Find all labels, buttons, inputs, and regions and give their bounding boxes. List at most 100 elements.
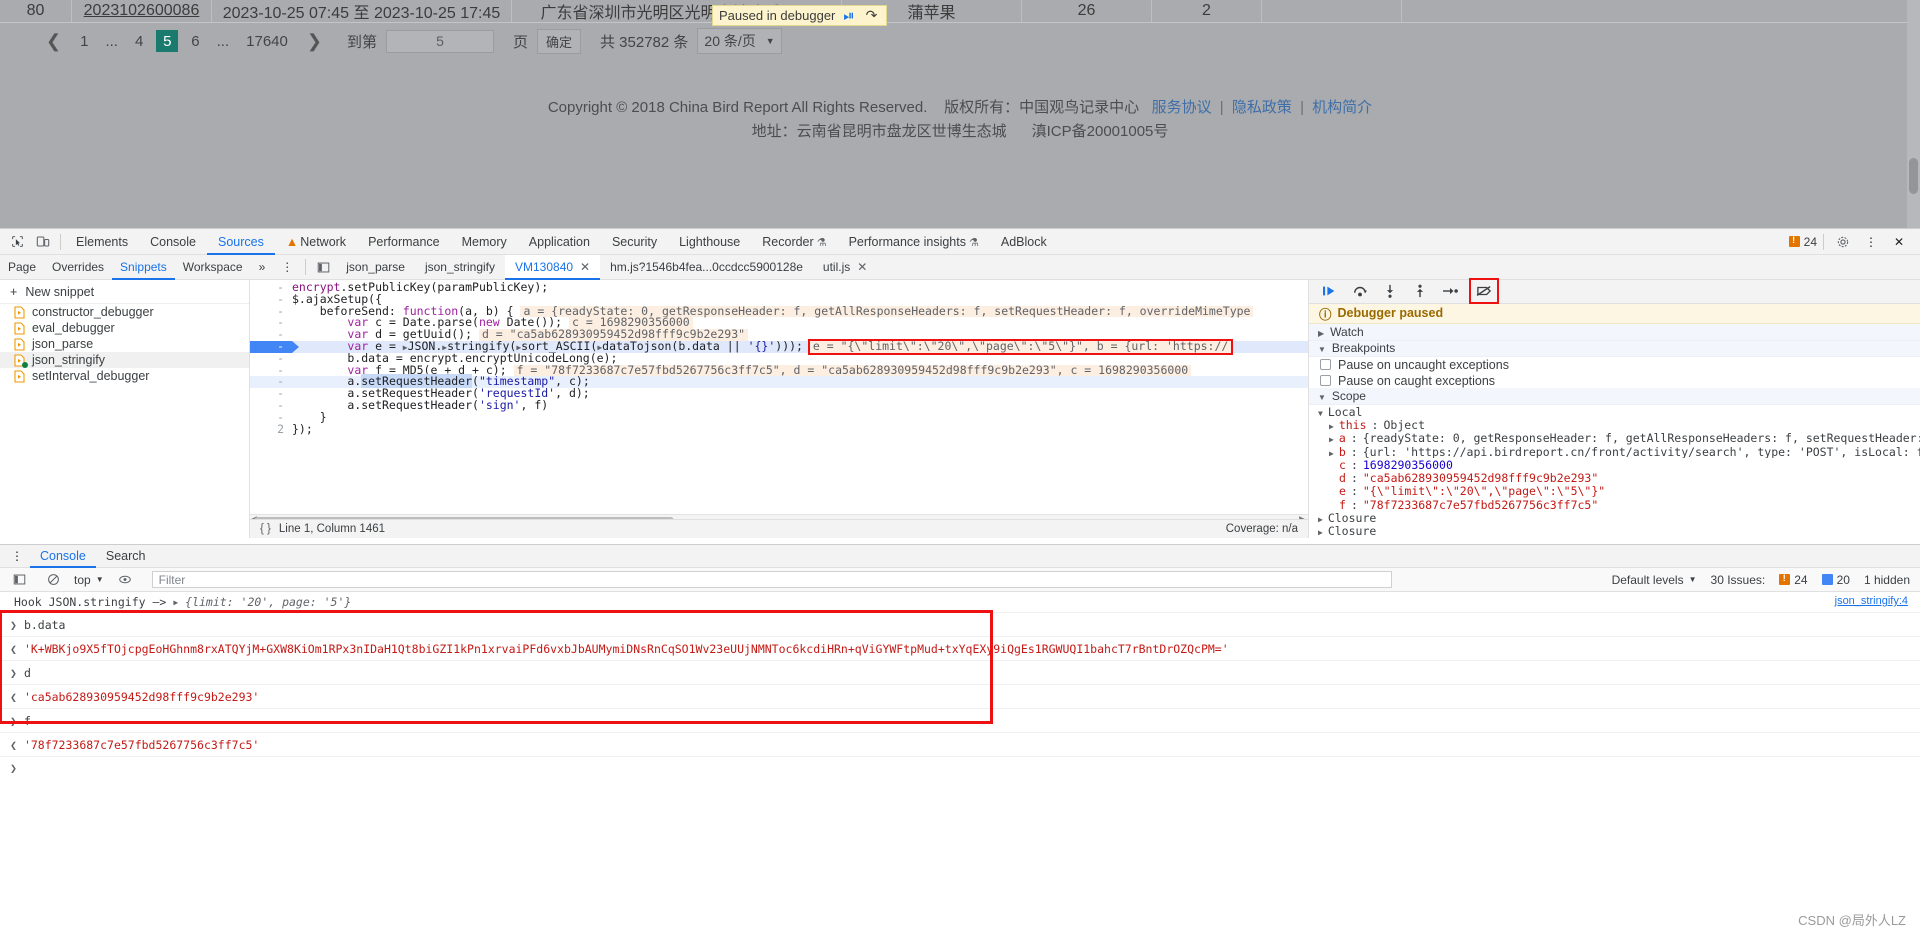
line-gutter[interactable]: 2: [250, 423, 292, 436]
step-over-icon[interactable]: [1351, 282, 1369, 300]
line-gutter-breakpoint[interactable]: -: [250, 340, 299, 353]
devtools-tab-application[interactable]: Application: [518, 229, 601, 255]
code-braces-icon[interactable]: { }: [260, 523, 271, 535]
line-gutter[interactable]: -: [250, 281, 292, 294]
devtools-tab-elements[interactable]: Elements: [65, 229, 139, 255]
footer-link-service[interactable]: 服务协议: [1152, 99, 1212, 116]
snippet-item-setinterval-debugger[interactable]: setInterval_debugger: [0, 368, 249, 384]
console-sidebar-icon[interactable]: [6, 568, 32, 592]
footer-link-privacy[interactable]: 隐私政策: [1232, 99, 1292, 116]
page-size-select[interactable]: 20 条/页 ▼: [697, 28, 782, 54]
line-gutter[interactable]: -: [250, 399, 292, 412]
new-snippet-button[interactable]: + New snippet: [0, 280, 249, 304]
kebab-menu-icon[interactable]: ⋮: [4, 544, 30, 568]
checkbox-caught[interactable]: [1320, 375, 1331, 387]
deactivate-breakpoints-icon[interactable]: [1469, 278, 1499, 305]
confirm-button[interactable]: 确定: [537, 28, 582, 54]
step-out-icon[interactable]: [1411, 282, 1429, 300]
inspect-element-icon[interactable]: [4, 230, 30, 254]
line-gutter[interactable]: -: [250, 352, 292, 365]
devtools-tab-security[interactable]: Security: [601, 229, 668, 255]
devtools-tab-lighthouse[interactable]: Lighthouse: [668, 229, 751, 255]
devtools-tab-performance-insights[interactable]: Performance insights ⚗: [838, 229, 990, 255]
devtools-tab-recorder[interactable]: Recorder ⚗: [751, 229, 837, 255]
line-gutter[interactable]: -: [250, 317, 292, 329]
line-gutter[interactable]: -: [250, 411, 292, 424]
snippet-item-constructor-debugger[interactable]: constructor_debugger: [0, 304, 249, 320]
sources-nav-more-icon[interactable]: »: [251, 255, 274, 280]
console-levels-select[interactable]: Default levels ▼: [1612, 573, 1697, 587]
goto-page-input[interactable]: 5: [385, 29, 494, 53]
chevron-left-icon[interactable]: ❮: [40, 31, 67, 52]
section-breakpoints[interactable]: Breakpoints: [1309, 340, 1920, 358]
section-watch[interactable]: Watch: [1309, 323, 1920, 341]
table-cell-report-id[interactable]: 2023102600086: [72, 0, 212, 22]
line-gutter[interactable]: -: [250, 376, 292, 388]
line-gutter[interactable]: -: [250, 364, 292, 377]
section-scope[interactable]: Scope: [1309, 388, 1920, 405]
editor-tab-hm-js[interactable]: hm.js?1546b4fea...0ccdcc5900128e: [600, 255, 813, 280]
devtools-tab-adblock[interactable]: AdBlock: [990, 229, 1058, 255]
scope-row-closure-2[interactable]: Closure: [1309, 525, 1920, 538]
page-number-1[interactable]: 1: [76, 33, 92, 50]
pause-on-caught-exceptions-row[interactable]: Pause on caught exceptions: [1309, 373, 1920, 389]
console-source-link[interactable]: json_stringify:4: [1835, 595, 1908, 607]
page-number-6[interactable]: 6: [187, 33, 203, 50]
chevron-right-icon[interactable]: ❯: [301, 31, 328, 52]
clear-console-icon[interactable]: [40, 568, 66, 592]
line-gutter[interactable]: -: [250, 328, 292, 341]
page-number-5-active[interactable]: 5: [156, 30, 179, 52]
snippet-item-json-stringify[interactable]: json_stringify: [0, 352, 249, 368]
editor-tab-util-js[interactable]: util.js ✕: [813, 255, 877, 280]
console-prompt[interactable]: ❯: [0, 757, 1920, 779]
sources-nav-tab-snippets[interactable]: Snippets: [112, 255, 175, 280]
devtools-tab-memory[interactable]: Memory: [451, 229, 518, 255]
snippet-item-json-parse[interactable]: json_parse: [0, 336, 249, 352]
checkbox-uncaught[interactable]: [1320, 359, 1331, 371]
scope-row-e[interactable]: e: "{\"limit\":\"20\",\"page\":\"5\"}": [1309, 485, 1920, 498]
sources-nav-tab-page[interactable]: Page: [0, 255, 44, 280]
devtools-tab-network[interactable]: ▲ Network: [275, 229, 357, 255]
console-issues-errors[interactable]: 24: [1779, 573, 1808, 587]
pause-on-uncaught-exceptions-row[interactable]: Pause on uncaught exceptions: [1309, 357, 1920, 373]
scope-row-f[interactable]: f: "78f7233687c7e57fbd5267756c3ff7c5": [1309, 498, 1920, 511]
resume-script-icon[interactable]: ⏯: [840, 7, 857, 24]
line-gutter[interactable]: -: [250, 305, 292, 318]
close-icon[interactable]: ✕: [1886, 230, 1912, 254]
close-icon[interactable]: ✕: [857, 255, 867, 280]
editor-tab-json-parse[interactable]: json_parse: [336, 255, 415, 280]
snippet-item-eval-debugger[interactable]: eval_debugger: [0, 320, 249, 336]
live-expression-icon[interactable]: [112, 568, 138, 592]
devtools-tab-sources[interactable]: Sources: [207, 229, 275, 255]
drawer-tab-console[interactable]: Console: [30, 545, 96, 568]
scope-row-this[interactable]: this: Object: [1309, 418, 1920, 431]
code-editor[interactable]: - encrypt.setPublicKey(paramPublicKey); …: [250, 280, 1308, 538]
page-number-4[interactable]: 4: [131, 33, 147, 50]
footer-link-about[interactable]: 机构简介: [1312, 99, 1372, 116]
scope-row-b[interactable]: b: {url: 'https://api.birdreport.cn/fron…: [1309, 445, 1920, 458]
sources-nav-tab-workspace[interactable]: Workspace: [175, 255, 251, 280]
gear-icon[interactable]: [1830, 230, 1856, 254]
editor-tab-vm130840[interactable]: VM130840 ✕: [505, 254, 601, 280]
console-filter-input[interactable]: Filter: [151, 571, 1392, 588]
close-icon[interactable]: ✕: [580, 255, 590, 280]
scope-row-closure-1[interactable]: Closure: [1309, 511, 1920, 524]
editor-tab-json-stringify[interactable]: json_stringify: [415, 255, 505, 280]
resume-script-icon[interactable]: [1321, 282, 1339, 300]
kebab-menu-icon[interactable]: ⋮: [273, 255, 301, 280]
show-navigator-icon[interactable]: [310, 255, 336, 279]
page-number-last[interactable]: 17640: [242, 33, 292, 50]
scope-local[interactable]: Local: [1309, 405, 1920, 418]
page-scrollbar-thumb[interactable]: [1909, 158, 1918, 194]
expand-triangle-icon[interactable]: ▶: [173, 598, 178, 607]
page-scrollbar[interactable]: [1907, 0, 1920, 228]
step-over-icon[interactable]: ↷: [863, 7, 881, 24]
step-icon[interactable]: [1441, 282, 1459, 300]
console-issues-info[interactable]: 20: [1821, 573, 1850, 587]
kebab-menu-icon[interactable]: ⋮: [1858, 230, 1884, 254]
device-toolbar-icon[interactable]: [30, 230, 56, 254]
devtools-tab-performance[interactable]: Performance: [357, 229, 451, 255]
scope-row-d[interactable]: d: "ca5ab628930959452d98fff9c9b2e293": [1309, 471, 1920, 484]
issues-badge[interactable]: 24: [1788, 235, 1817, 249]
scope-row-c[interactable]: c: 1698290356000: [1309, 458, 1920, 471]
